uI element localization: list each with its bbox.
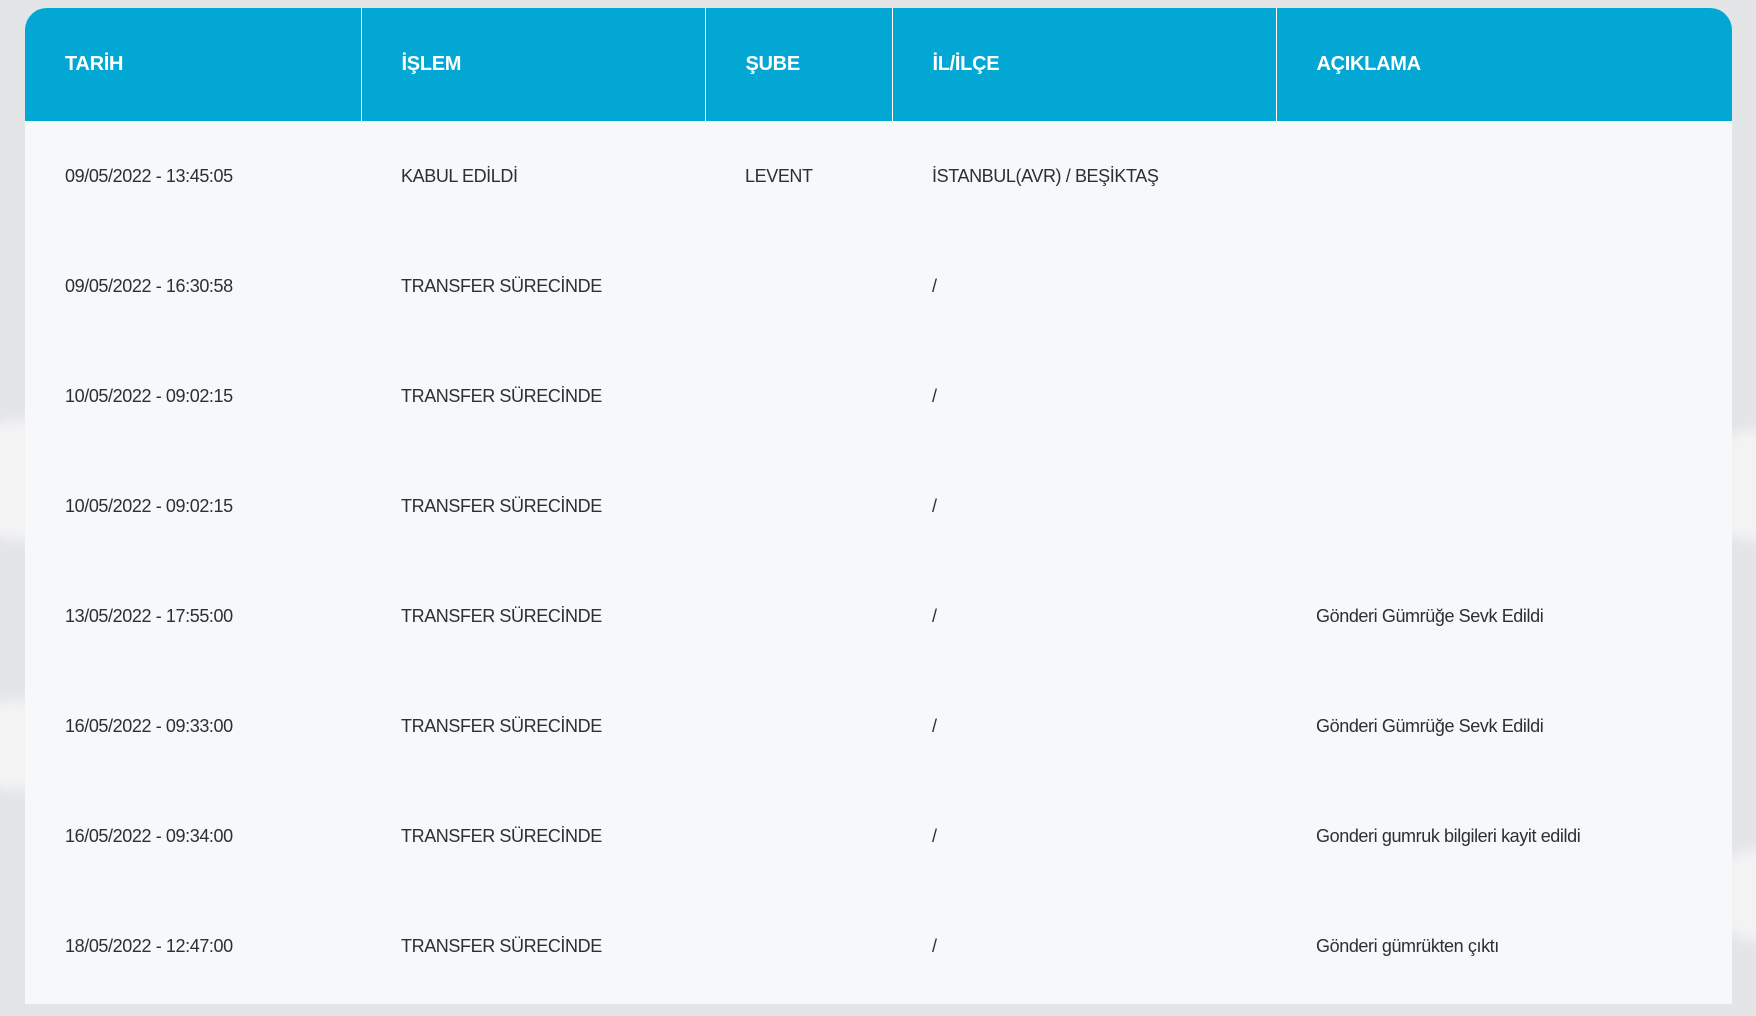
cell-branch <box>705 561 892 671</box>
table-row: 10/05/2022 - 09:02:15 TRANSFER SÜRECİNDE / <box>25 451 1732 561</box>
cell-branch <box>705 891 892 1001</box>
cell-operation: TRANSFER SÜRECİNDE <box>401 495 602 516</box>
cell-description <box>1276 231 1732 341</box>
cell-date: 13/05/2022 - 17:55:00 <box>65 605 233 626</box>
header-description: AÇIKLAMA <box>1276 8 1732 121</box>
cell-branch <box>705 341 892 451</box>
cell-description: Gönderi gümrükten çıktı <box>1316 935 1499 956</box>
cell-operation: TRANSFER SÜRECİNDE <box>401 275 602 296</box>
cell-operation: TRANSFER SÜRECİNDE <box>401 385 602 406</box>
cell-operation: TRANSFER SÜRECİNDE <box>401 715 602 736</box>
cell-province-district: / <box>932 825 937 846</box>
table-row: 16/05/2022 - 09:34:00 TRANSFER SÜRECİNDE /… <box>25 781 1732 891</box>
cell-description <box>1276 451 1732 561</box>
tracking-history-table: TARİH İŞLEM ŞUBE İL/İLÇE AÇIKLAMA 09/05/… <box>25 8 1732 1004</box>
cell-date: 10/05/2022 - 09:02:15 <box>65 495 233 516</box>
header-operation: İŞLEM <box>361 8 706 121</box>
header-row: TARİH İŞLEM ŞUBE İL/İLÇE AÇIKLAMA <box>25 8 1732 121</box>
cell-province-district: / <box>932 385 937 406</box>
cell-province-district: / <box>932 275 937 296</box>
table-row: 16/05/2022 - 09:33:00 TRANSFER SÜRECİNDE /… <box>25 671 1732 781</box>
cell-date: 09/05/2022 - 16:30:58 <box>65 275 233 296</box>
cell-province-district: / <box>932 605 937 626</box>
cell-description: Gonderi gumruk bilgileri kayit edildi <box>1316 825 1581 846</box>
table-row: 09/05/2022 - 16:30:58 TRANSFER SÜRECİNDE / <box>25 231 1732 341</box>
cell-date: 10/05/2022 - 09:02:15 <box>65 385 233 406</box>
cell-branch: LEVENT <box>745 165 813 186</box>
cell-description: Gönderi Gümrüğe Sevk Edildi <box>1316 715 1544 736</box>
table-body: 09/05/2022 - 13:45:05 KABUL EDİLDİ LEVENT İ… <box>25 121 1732 1001</box>
cell-operation: TRANSFER SÜRECİNDE <box>401 825 602 846</box>
cell-province-district: / <box>932 495 937 516</box>
cell-branch <box>705 671 892 781</box>
header-province-district: İL/İLÇE <box>892 8 1277 121</box>
cell-date: 16/05/2022 - 09:33:00 <box>65 715 233 736</box>
cell-province-district: / <box>932 715 937 736</box>
cell-operation: KABUL EDİLDİ <box>401 165 518 186</box>
header-date: TARİH <box>25 8 362 121</box>
cell-branch <box>705 451 892 561</box>
table-row: 09/05/2022 - 13:45:05 KABUL EDİLDİ LEVENT İ… <box>25 121 1732 231</box>
cell-operation: TRANSFER SÜRECİNDE <box>401 605 602 626</box>
cell-description <box>1276 121 1732 231</box>
cell-date: 16/05/2022 - 09:34:00 <box>65 825 233 846</box>
tracking-table: TARİH İŞLEM ŞUBE İL/İLÇE AÇIKLAMA 09/05/… <box>25 8 1732 1001</box>
table-row: 10/05/2022 - 09:02:15 TRANSFER SÜRECİNDE / <box>25 341 1732 451</box>
table-header: TARİH İŞLEM ŞUBE İL/İLÇE AÇIKLAMA <box>25 8 1732 121</box>
table-row: 18/05/2022 - 12:47:00 TRANSFER SÜRECİNDE /… <box>25 891 1732 1001</box>
cell-branch <box>705 781 892 891</box>
table-row: 13/05/2022 - 17:55:00 TRANSFER SÜRECİNDE /… <box>25 561 1732 671</box>
cell-operation: TRANSFER SÜRECİNDE <box>401 935 602 956</box>
cell-branch <box>705 231 892 341</box>
cell-description <box>1276 341 1732 451</box>
cell-date: 18/05/2022 - 12:47:00 <box>65 935 233 956</box>
cell-province-district: / <box>932 935 937 956</box>
cell-date: 09/05/2022 - 13:45:05 <box>65 165 233 186</box>
cell-province-district: İSTANBUL(AVR) / BEŞİKTAŞ <box>932 165 1159 186</box>
cell-description: Gönderi Gümrüğe Sevk Edildi <box>1316 605 1544 626</box>
header-branch: ŞUBE <box>705 8 893 121</box>
